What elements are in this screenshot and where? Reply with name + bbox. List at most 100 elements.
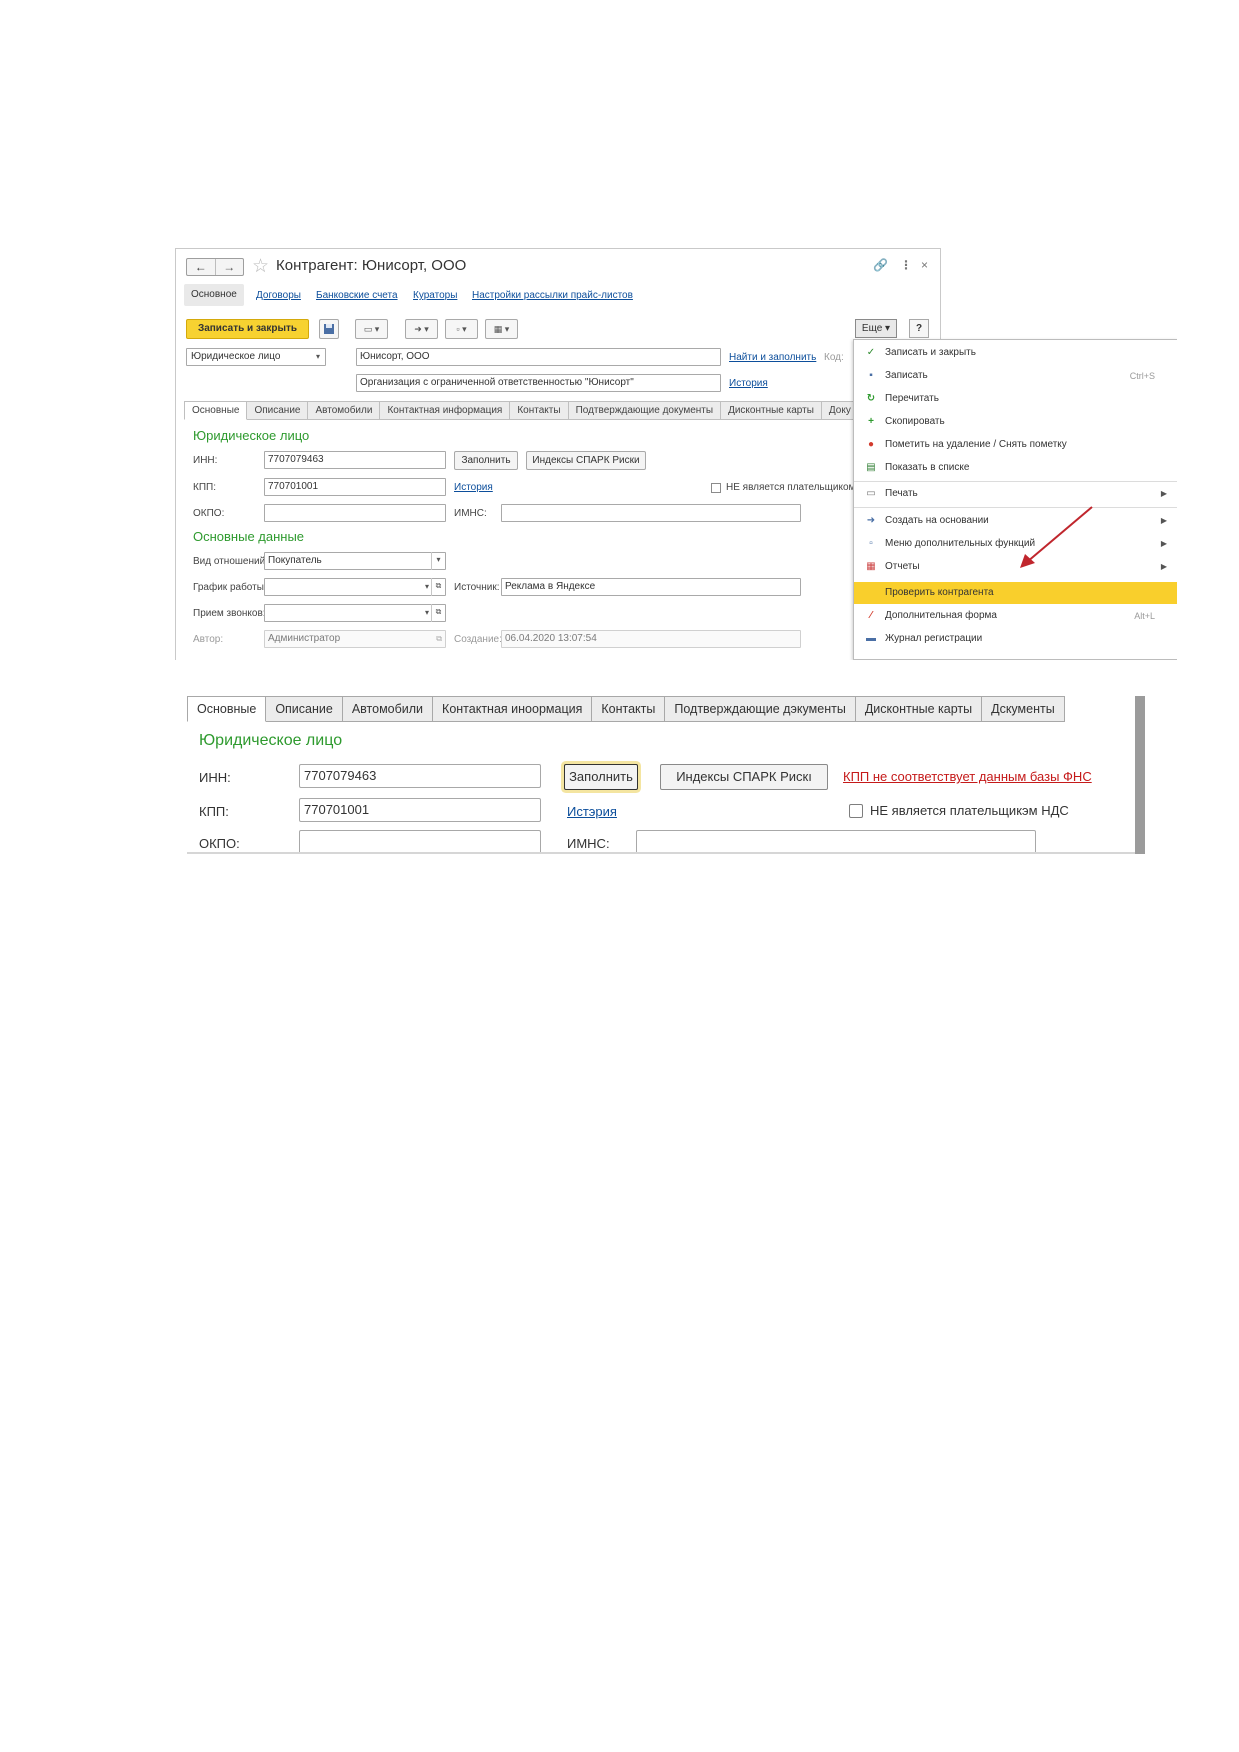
open-icon[interactable]: ⧉ — [431, 578, 445, 596]
menu-item-label: Записать и закрыть — [885, 347, 976, 358]
relation-label: Вид отношений: — [193, 556, 268, 567]
menu-item-additional-form[interactable]: ⁄ Дополнительная форма Alt+L — [854, 605, 1177, 627]
more-button[interactable]: Еще ▾ — [855, 319, 897, 338]
tab-discount-cards[interactable]: Дисконтные карты — [855, 696, 983, 722]
extra-functions-button[interactable]: ▫ ▾ — [445, 319, 478, 339]
scrollbar[interactable] — [1135, 696, 1145, 854]
more-menu: ✓ Записать и закрыть ▪ Записать Ctrl+S ↻… — [853, 339, 1177, 660]
save-close-button[interactable]: Записать и закрыть — [186, 319, 309, 339]
find-fill-link[interactable]: Найти и заполнить — [729, 352, 816, 363]
menu-item-label: Отчеты — [885, 561, 920, 572]
tab-contact-info[interactable]: Контактная иноормация — [433, 696, 593, 722]
created-field: 06.04.2020 13:07:54 — [501, 630, 801, 648]
tab-contacts[interactable]: Контакты — [592, 696, 666, 722]
menu-divider — [854, 481, 1177, 482]
open-icon[interactable]: ⧉ — [431, 604, 445, 622]
legal-type-select[interactable]: Юридическое лицо ▾ — [186, 348, 326, 366]
link-icon[interactable]: 🔗 — [873, 258, 888, 272]
menu-item-label: Печать — [885, 488, 918, 499]
more-icon[interactable]: ⋮ — [900, 258, 912, 272]
tab-basic[interactable]: Основные — [187, 696, 267, 722]
kpp-error-link[interactable]: КПП не соответствует данным базы ФНС — [843, 769, 1092, 784]
counterparty-window: ← → ☆ Контрагент: Юнисорт, ООО 🔗 ⋮ × Осн… — [175, 248, 941, 660]
tab-discount-cards[interactable]: Дисконтные карты — [721, 401, 822, 420]
source-select[interactable]: Реклама в Яндексе — [501, 578, 801, 596]
spark-button[interactable]: Индексы СПАРК Рискı — [660, 764, 828, 790]
menu-shortcut: Ctrl+S — [1129, 371, 1155, 381]
menu-item-show-in-list[interactable]: ▤ Показать в списке — [854, 457, 1177, 479]
tab-description[interactable]: Описание — [266, 696, 343, 722]
chevron-down-icon[interactable]: ▾ — [425, 579, 429, 595]
menu-item-label: Дополнительная форма — [885, 610, 997, 621]
relation-select[interactable]: Покупатель ▾ — [264, 552, 446, 570]
okpo-input[interactable] — [299, 830, 541, 854]
author-value: Администратор — [268, 633, 341, 644]
name-input[interactable]: Юнисорт, ООО — [356, 348, 721, 366]
tab-contacts[interactable]: Контакты — [510, 401, 569, 420]
nds-checkbox-label: НЕ является плательщиком — [726, 482, 856, 493]
created-label: Создание: — [454, 634, 502, 645]
more-label: Еще — [861, 323, 883, 334]
imns-input[interactable] — [636, 830, 1036, 854]
create-based-button[interactable]: ➜ ▾ — [405, 319, 438, 339]
tab-documents-confirm[interactable]: Подтверждающие документы — [568, 401, 722, 420]
submenu-arrow-icon: ▶ — [1160, 489, 1167, 498]
full-name-input[interactable]: Организация с ограниченной ответственнос… — [356, 374, 721, 392]
imns-input[interactable] — [501, 504, 801, 522]
print-button[interactable]: ▭ ▾ — [355, 319, 388, 339]
relation-value: Покупатель — [268, 555, 322, 566]
menu-item-reread[interactable]: ↻ Перечитать — [854, 388, 1177, 410]
close-icon[interactable]: × — [921, 258, 928, 272]
imns-label: ИМНС: — [567, 836, 610, 851]
inn-input[interactable]: 7707079463 — [264, 451, 446, 469]
menu-item-print[interactable]: ▭ Печать ▶ — [854, 483, 1177, 505]
chevron-down-icon[interactable]: ▾ — [431, 552, 445, 570]
fill-button[interactable]: Заполнить — [564, 764, 638, 790]
inn-input[interactable]: 7707079463 — [299, 764, 541, 788]
tab-contracts[interactable]: Договоры — [256, 290, 301, 301]
save-icon[interactable] — [319, 319, 339, 339]
schedule-select[interactable]: ▾ ⧉ — [264, 578, 446, 596]
tab-cars[interactable]: Автомобили — [308, 401, 381, 420]
tab-documents[interactable]: Дскументы — [982, 696, 1065, 722]
tab-basic[interactable]: Основные — [184, 401, 248, 420]
kpp-label: КПП: — [193, 482, 216, 493]
tab-curators[interactable]: Кураторы — [413, 290, 457, 301]
menu-item-copy[interactable]: + Скопировать — [854, 411, 1177, 433]
menu-item-check-counterparty[interactable]: Проверить контрагента — [854, 582, 1177, 604]
menu-item-save-close[interactable]: ✓ Записать и закрыть — [854, 342, 1177, 364]
nav-buttons: ← → — [186, 258, 244, 276]
chevron-down-icon[interactable]: ▾ — [425, 605, 429, 621]
tab-pricelist-settings[interactable]: Настройки рассылки прайс-листов — [472, 290, 633, 301]
tab-description[interactable]: Описание — [247, 401, 309, 420]
schedule-label: График работы: — [193, 582, 267, 593]
menu-item-event-log[interactable]: ▬ Журнал регистрации — [854, 628, 1177, 650]
tab-bank-accounts[interactable]: Банковские счета — [316, 290, 398, 301]
tab-cars[interactable]: Автомобили — [342, 696, 434, 722]
spark-button[interactable]: Индексы СПАРК Риски — [526, 451, 646, 470]
tab-documents-confirm[interactable]: Подтверждающие дэкументы — [665, 696, 856, 722]
kpp-history-link[interactable]: Истэрия — [567, 804, 617, 819]
printer-icon: ▭ — [866, 488, 876, 499]
favorite-star-icon[interactable]: ☆ — [252, 255, 269, 278]
okpo-input[interactable] — [264, 504, 446, 522]
nds-checkbox[interactable] — [849, 804, 863, 818]
back-button[interactable]: ← — [187, 259, 216, 275]
reports-button[interactable]: ▦ ▾ — [485, 319, 518, 339]
kpp-input[interactable]: 770701001 — [264, 478, 446, 496]
copy-icon: + — [868, 416, 874, 427]
tab-main[interactable]: Основное — [184, 284, 244, 306]
menu-item-mark-delete[interactable]: ● Пометить на удаление / Снять пометку — [854, 434, 1177, 456]
menu-item-save[interactable]: ▪ Записать Ctrl+S — [854, 365, 1177, 387]
zoom-tabs: Основные Описание Автомобили Контактная … — [187, 696, 1065, 722]
forward-button[interactable]: → — [216, 259, 244, 275]
history-link[interactable]: История — [729, 378, 768, 389]
fill-button[interactable]: Заполнить — [454, 451, 518, 470]
nds-checkbox[interactable] — [711, 483, 721, 493]
kpp-history-link[interactable]: История — [454, 482, 493, 493]
help-button[interactable]: ? — [909, 319, 929, 338]
arrow-right-icon: ➜ — [866, 515, 876, 526]
tab-contact-info[interactable]: Контактная информация — [380, 401, 511, 420]
calls-select[interactable]: ▾ ⧉ — [264, 604, 446, 622]
kpp-input[interactable]: 770701001 — [299, 798, 541, 822]
